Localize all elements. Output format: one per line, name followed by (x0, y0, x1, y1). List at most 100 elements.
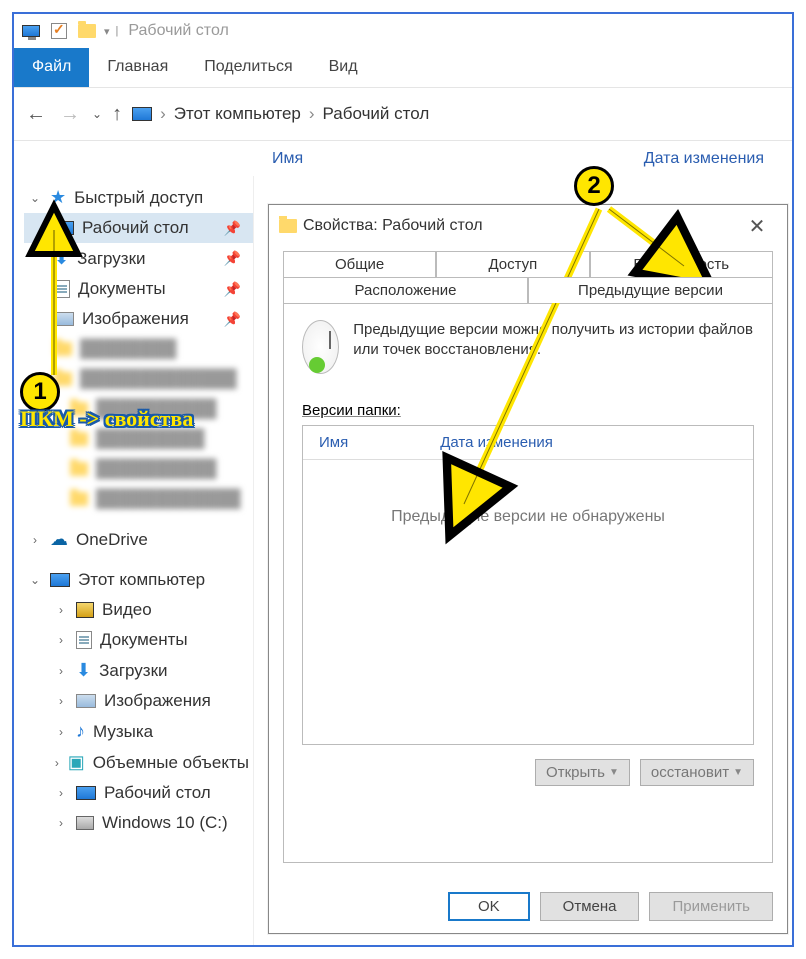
sidebar-item-label: Изображения (82, 309, 189, 329)
quick-access-toolbar: ▾ | Рабочий стол (14, 14, 792, 48)
quick-access-label: Быстрый доступ (74, 188, 203, 208)
sidebar-item-video[interactable]: › Видео (24, 595, 253, 625)
annotation-arrow-1 (42, 220, 72, 380)
expand-icon[interactable]: › (54, 816, 68, 830)
ok-button[interactable]: OK (448, 892, 530, 921)
close-button[interactable]: ✕ (737, 214, 777, 239)
expand-icon[interactable]: › (54, 756, 60, 770)
tab-previous-versions[interactable]: Предыдущие версии (528, 277, 773, 303)
file-tab[interactable]: Файл (14, 48, 89, 87)
explorer-window: ▾ | Рабочий стол Файл Главная Поделиться… (12, 12, 794, 947)
tab-general[interactable]: Общие (283, 251, 436, 277)
sidebar-item-blurred[interactable]: ████████████ (24, 484, 253, 514)
sidebar-item-label: Документы (78, 279, 166, 299)
nav-toolbar: ← → ⌄ ↑ › Этот компьютер › Рабочий стол (14, 88, 792, 140)
onedrive-label: OneDrive (76, 530, 148, 550)
expand-icon[interactable]: › (54, 633, 68, 647)
quick-access-node[interactable]: ⌄ ★ Быстрый доступ (24, 182, 253, 213)
pin-icon: 📌 (224, 220, 241, 237)
desktop-icon (132, 107, 152, 121)
expand-icon[interactable]: › (54, 725, 68, 739)
monitor-icon (20, 20, 42, 42)
pc-icon (50, 573, 70, 587)
sidebar-item-label: Рабочий стол (104, 783, 211, 803)
crumb-thispc[interactable]: Этот компьютер (174, 104, 301, 124)
document-icon (76, 631, 92, 649)
expand-icon[interactable]: › (54, 694, 68, 708)
dropdown-icon: ▼ (733, 767, 743, 778)
folder-icon (70, 462, 88, 476)
chevron-icon: › (160, 104, 166, 124)
sidebar-item-label: Изображения (104, 691, 211, 711)
dropdown-icon: ▼ (609, 767, 619, 778)
sidebar-item-label: Windows 10 (C:) (102, 813, 228, 833)
thispc-node[interactable]: ⌄ Этот компьютер (24, 565, 253, 595)
back-button[interactable]: ← (24, 102, 48, 126)
forward-button[interactable]: → (58, 102, 82, 126)
expand-icon[interactable]: › (54, 786, 68, 800)
onedrive-icon: ☁ (50, 529, 68, 550)
cube-icon: ▣ (68, 752, 85, 773)
music-icon: ♪ (76, 721, 85, 742)
expand-icon[interactable]: › (28, 533, 42, 547)
collapse-icon[interactable]: ⌄ (28, 191, 42, 205)
onedrive-node[interactable]: › ☁ OneDrive (24, 524, 253, 555)
crumb-desktop[interactable]: Рабочий стол (323, 104, 430, 124)
qat-dropdown-icon[interactable]: ▾ (104, 25, 110, 38)
folder-icon (279, 219, 297, 233)
sidebar-item-label: Загрузки (77, 249, 145, 269)
divider: | (116, 25, 119, 37)
download-icon: ⬇ (76, 660, 91, 681)
folder-icon[interactable] (76, 20, 98, 42)
sidebar-item-images[interactable]: › Изображения (24, 686, 253, 716)
sidebar-item-label: Видео (102, 600, 152, 620)
sidebar-item-label: Объемные объекты (93, 753, 249, 773)
col-name[interactable]: Имя (254, 150, 321, 168)
up-button[interactable]: ↑ (112, 103, 122, 126)
button-label: осстановит (651, 764, 729, 781)
folder-icon (70, 492, 88, 506)
sidebar-item-disk-c[interactable]: › Windows 10 (C:) (24, 808, 253, 838)
thispc-label: Этот компьютер (78, 570, 205, 590)
chevron-icon: › (309, 104, 315, 124)
sidebar-item-3dobjects[interactable]: › ▣ Объемные объекты (24, 747, 253, 778)
expand-icon[interactable]: › (54, 603, 68, 617)
col-date[interactable]: Дата изменения (626, 150, 782, 168)
collapse-icon[interactable]: ⌄ (28, 573, 42, 587)
star-icon: ★ (50, 187, 66, 208)
window-title: Рабочий стол (128, 22, 228, 40)
history-dropdown-icon[interactable]: ⌄ (92, 107, 102, 121)
pin-icon: 📌 (224, 250, 241, 267)
apply-button[interactable]: Применить (649, 892, 773, 921)
history-clock-icon (302, 320, 339, 374)
sidebar-item-label: Документы (100, 630, 188, 650)
video-icon (76, 602, 94, 618)
sidebar-item-downloads[interactable]: › ⬇ Загрузки (24, 655, 253, 686)
pin-icon: 📌 (224, 311, 241, 328)
expand-icon[interactable]: › (54, 664, 68, 678)
sidebar-item-blurred[interactable]: ██████████ (24, 454, 253, 484)
folder-icon (70, 402, 88, 416)
sidebar-item-desktop[interactable]: › Рабочий стол (24, 778, 253, 808)
sidebar-item-documents[interactable]: › Документы (24, 625, 253, 655)
desktop-icon (76, 786, 96, 800)
versions-col-name[interactable]: Имя (303, 434, 364, 451)
dialog-footer: OK Отмена Применить (448, 892, 773, 921)
restore-button[interactable]: осстановит ▼ (640, 759, 754, 786)
address-bar[interactable]: › Этот компьютер › Рабочий стол (132, 104, 429, 124)
tab-home[interactable]: Главная (89, 48, 186, 87)
pin-icon: 📌 (224, 281, 241, 298)
cancel-button[interactable]: Отмена (540, 892, 640, 921)
button-label: Открыть (546, 764, 605, 781)
open-button[interactable]: Открыть ▼ (535, 759, 630, 786)
sidebar-item-blurred[interactable]: █████████ (24, 424, 253, 454)
sidebar-item-label: Загрузки (99, 661, 167, 681)
sidebar-item-blurred[interactable]: ██████████ (24, 394, 253, 424)
column-headers: Имя Дата изменения (14, 140, 792, 176)
tab-view[interactable]: Вид (311, 48, 376, 87)
sidebar-item-music[interactable]: › ♪ Музыка (24, 716, 253, 747)
tab-share[interactable]: Поделиться (186, 48, 310, 87)
checkbox-icon[interactable] (48, 20, 70, 42)
sidebar-item-label: Музыка (93, 722, 153, 742)
sidebar-item-label: Рабочий стол (82, 218, 189, 238)
